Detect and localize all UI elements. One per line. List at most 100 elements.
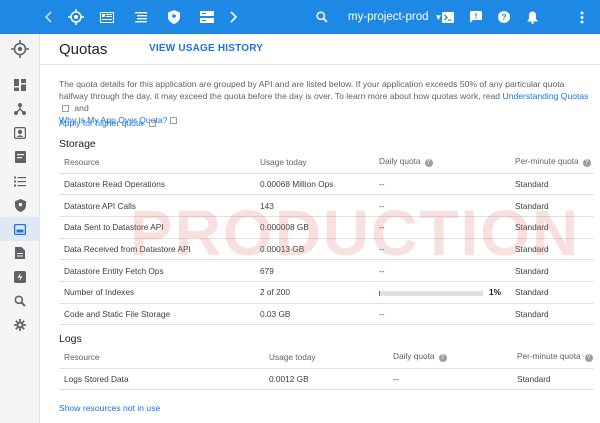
- daily-quota-cell: --: [388, 368, 512, 391]
- project-selector[interactable]: my-project-prod ▼: [348, 0, 442, 34]
- external-link-icon: [149, 120, 157, 127]
- table-row: Data Received from Datastore API 0.00013…: [59, 238, 594, 261]
- dashboard-icon[interactable]: [98, 0, 116, 34]
- apply-higher-quota-link[interactable]: Apply for higher quota: [59, 118, 143, 128]
- nav-security-scan-icon[interactable]: [0, 193, 40, 217]
- per-minute-quota-cell: Standard: [510, 173, 594, 196]
- more-icon[interactable]: [576, 0, 588, 34]
- nav-task-queues-icon[interactable]: [0, 169, 40, 193]
- resource-cell: Logs Stored Data: [59, 368, 264, 391]
- per-minute-quota-cell: Standard: [510, 303, 594, 326]
- page-header: Quotas VIEW USAGE HISTORY: [40, 34, 600, 65]
- external-link-icon: [62, 105, 69, 112]
- back-icon[interactable]: [40, 0, 56, 34]
- resource-cell: Datastore Read Operations: [59, 173, 255, 196]
- nav-topology-icon[interactable]: [0, 97, 40, 121]
- per-minute-quota-cell: Standard: [510, 238, 594, 261]
- table-row: Datastore API Calls 143 -- Standard: [59, 194, 594, 217]
- table-row: Datastore Read Operations 0.00068 Millio…: [59, 173, 594, 196]
- forward-icon[interactable]: [227, 0, 241, 34]
- project-name: my-project-prod: [348, 11, 429, 23]
- resource-cell: Code and Static File Storage: [59, 303, 255, 326]
- usage-cell: 0.000008 GB: [255, 216, 374, 239]
- storage-icon[interactable]: [198, 0, 216, 34]
- quota-progress-bar: [379, 290, 483, 296]
- daily-quota-cell: --: [374, 259, 510, 282]
- per-minute-quota-cell: Standard: [510, 194, 594, 217]
- usage-cell: 0.0012 GB: [264, 368, 388, 391]
- resource-cell: Datastore API Calls: [59, 194, 255, 217]
- help-icon[interactable]: ?: [582, 159, 591, 168]
- column-header-label: Per-minute quota: [515, 156, 579, 167]
- column-header-label: Daily quota: [393, 351, 435, 362]
- left-nav-rail: [0, 34, 40, 423]
- storage-table: Resource Usage today Daily quota? Per-mi…: [59, 151, 594, 326]
- column-header-label: Per-minute quota: [517, 351, 581, 362]
- table-row: Number of Indexes 2 of 200 1% Standard: [59, 281, 594, 304]
- quota-progress-fill: [379, 290, 381, 296]
- show-resources-not-in-use-link[interactable]: Show resources not in use: [59, 403, 160, 413]
- search-icon[interactable]: [314, 0, 330, 34]
- table-header-row: Resource Usage today Daily quota? Per-mi…: [59, 151, 594, 174]
- nav-blobstore-icon[interactable]: [0, 241, 40, 265]
- column-header: Usage today: [264, 346, 388, 369]
- nav-memcache-icon[interactable]: [0, 265, 40, 289]
- apply-higher-quota: Apply for higher quota: [59, 118, 159, 128]
- view-usage-history-link[interactable]: VIEW USAGE HISTORY: [149, 43, 263, 54]
- per-minute-quota-cell: Standard: [510, 281, 594, 304]
- notifications-icon[interactable]: [524, 0, 540, 34]
- help-icon[interactable]: ?: [424, 159, 433, 168]
- column-header: Usage today: [255, 151, 374, 174]
- intro-text-part-1: The quota details for this application a…: [59, 79, 565, 101]
- resource-cell: Data Received from Datastore API: [59, 238, 255, 261]
- help-icon[interactable]: ?: [438, 354, 447, 363]
- table-row: Logs Stored Data 0.0012 GB -- Standard: [59, 368, 594, 391]
- usage-cell: 0.00013 GB: [255, 238, 374, 261]
- daily-quota-cell: --: [374, 173, 510, 196]
- table-header-row: Resource Usage today Daily quota? Per-mi…: [59, 346, 594, 369]
- table-row: Code and Static File Storage 0.03 GB -- …: [59, 303, 594, 326]
- top-bar: my-project-prod ▼ ?: [0, 0, 600, 34]
- daily-quota-cell: --: [374, 303, 510, 326]
- resource-cell: Datastore Entity Fetch Ops: [59, 259, 255, 282]
- nav-quotas-icon[interactable]: [0, 217, 40, 241]
- column-header: Resource: [59, 346, 264, 369]
- nav-settings-icon[interactable]: [0, 313, 40, 337]
- help-icon[interactable]: ?: [584, 354, 593, 363]
- security-icon[interactable]: [166, 0, 182, 34]
- nav-versions-icon[interactable]: [0, 121, 40, 145]
- column-header: Per-minute quota?: [510, 151, 594, 174]
- daily-quota-cell: --: [374, 216, 510, 239]
- svg-text:?: ?: [501, 12, 506, 22]
- list-icon[interactable]: [133, 0, 149, 34]
- daily-quota-cell: 1%: [374, 281, 510, 304]
- column-header-label: Daily quota: [379, 156, 421, 167]
- help-icon[interactable]: ?: [496, 0, 512, 34]
- usage-cell: 679: [255, 259, 374, 282]
- product-logo-icon[interactable]: [0, 34, 40, 64]
- cloud-shell-icon[interactable]: [440, 0, 456, 34]
- nav-dashboard-icon[interactable]: [0, 73, 40, 97]
- usage-cell: 143: [255, 194, 374, 217]
- nav-instances-icon[interactable]: [0, 145, 40, 169]
- app-logo-icon[interactable]: [64, 0, 88, 34]
- column-header: Resource: [59, 151, 255, 174]
- per-minute-quota-cell: Standard: [512, 368, 594, 391]
- logs-table: Resource Usage today Daily quota? Per-mi…: [59, 346, 594, 391]
- column-header: Daily quota?: [374, 151, 510, 174]
- resource-cell: Number of Indexes: [59, 281, 255, 304]
- storage-section-title: Storage: [59, 138, 96, 150]
- nav-search-icon[interactable]: [0, 289, 40, 313]
- understanding-quotas-link[interactable]: Understanding Quotas: [502, 91, 588, 101]
- feedback-icon[interactable]: [468, 0, 484, 34]
- quota-percent: 1%: [489, 287, 501, 298]
- table-row: Datastore Entity Fetch Ops 679 -- Standa…: [59, 259, 594, 282]
- logs-section-title: Logs: [59, 333, 82, 345]
- column-header: Per-minute quota?: [512, 346, 594, 369]
- page-title: Quotas: [59, 41, 108, 58]
- daily-quota-cell: --: [374, 194, 510, 217]
- table-row: Data Sent to Datastore API 0.000008 GB -…: [59, 216, 594, 239]
- column-header: Daily quota?: [388, 346, 512, 369]
- daily-quota-cell: --: [374, 238, 510, 261]
- per-minute-quota-cell: Standard: [510, 216, 594, 239]
